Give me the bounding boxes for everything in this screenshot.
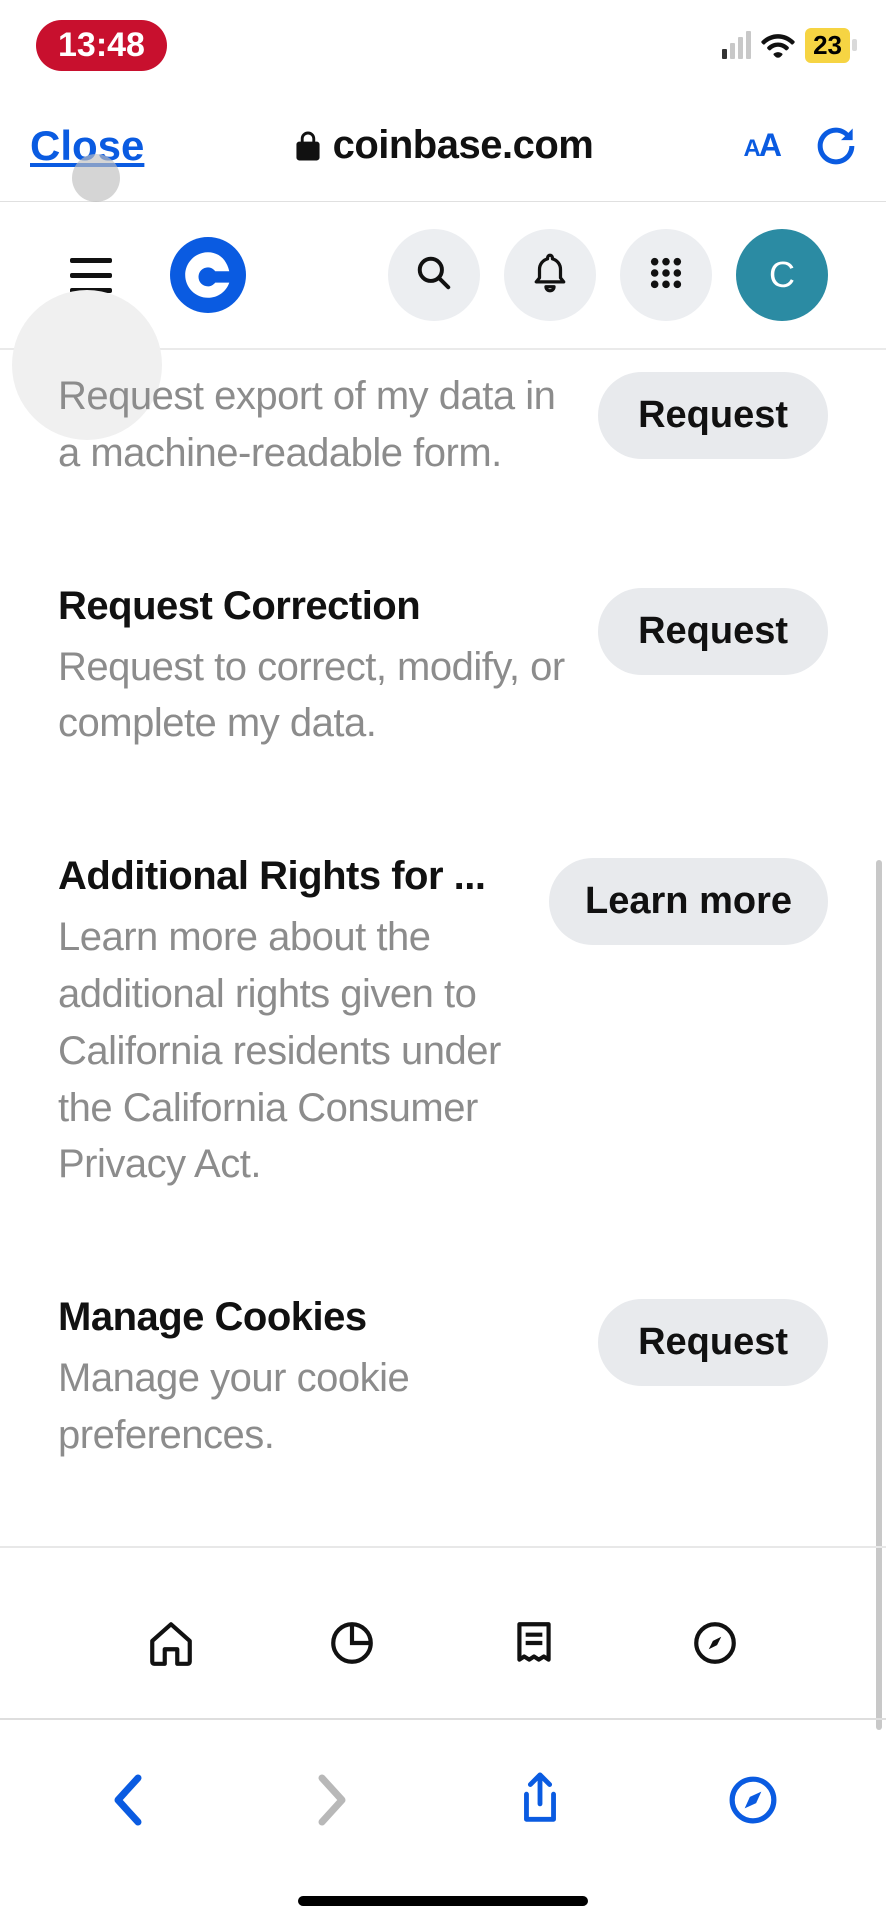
request-button[interactable]: Request [598,372,828,459]
coinbase-logo-icon[interactable] [170,237,246,313]
forward-button[interactable] [312,1774,352,1826]
item-title: Request Correction [58,584,568,629]
safari-tabs-button[interactable] [728,1775,778,1825]
avatar[interactable]: C [736,229,828,321]
pie-chart-icon [327,1618,377,1673]
tab-chart[interactable] [322,1615,382,1675]
menu-button[interactable] [70,258,112,293]
status-bar: 13:48 23 [0,0,886,90]
chevron-right-icon [312,1774,352,1826]
request-button[interactable]: Request [598,1299,828,1386]
privacy-settings-list: Request export of my data in a machine-r… [0,350,886,1520]
tab-home[interactable] [141,1615,201,1675]
item-description: Request to correct, modify, or complete … [58,639,568,753]
list-item-manage-cookies: Manage Cookies Manage your cookie prefer… [58,1249,828,1520]
bell-icon [530,252,570,299]
item-title: Manage Cookies [58,1295,568,1340]
safari-toolbar [0,1740,886,1860]
search-icon [415,254,453,297]
grid-icon [649,256,683,295]
item-description: Learn more about the additional rights g… [58,909,519,1193]
lock-icon [295,130,321,162]
list-item-additional-rights: Additional Rights for ... Learn more abo… [58,808,828,1249]
receipt-icon [509,1618,559,1673]
item-title: Additional Rights for ... [58,854,519,899]
address-bar[interactable]: coinbase.com [295,123,594,168]
share-icon [516,1771,564,1829]
status-time: 13:48 [36,20,167,71]
home-icon [146,1618,196,1673]
touch-indicator [72,154,120,202]
list-item-request-correction: Request Correction Request to correct, m… [58,538,828,809]
safari-compass-icon [728,1775,778,1825]
browser-bar: Close coinbase.com AA [0,90,886,202]
tab-receipt[interactable] [504,1615,564,1675]
cellular-signal-icon [722,31,751,59]
url-text: coinbase.com [333,123,594,168]
battery-level: 23 [805,28,850,63]
compass-icon [690,1618,740,1673]
item-description: Request export of my data in a machine-r… [58,368,568,482]
back-button[interactable] [108,1774,148,1826]
share-button[interactable] [516,1771,564,1829]
request-button[interactable]: Request [598,588,828,675]
item-description: Manage your cookie preferences. [58,1350,568,1464]
list-item-export-data: Request export of my data in a machine-r… [58,350,828,538]
app-tab-bar [0,1572,886,1720]
reload-button[interactable] [816,124,856,168]
wifi-icon [761,32,795,58]
status-right: 23 [722,28,850,63]
separator [0,1546,886,1548]
notifications-button[interactable] [504,229,596,321]
chevron-left-icon [108,1774,148,1826]
search-button[interactable] [388,229,480,321]
tab-explore[interactable] [685,1615,745,1675]
home-indicator[interactable] [298,1896,588,1906]
text-size-button[interactable]: AA [744,127,780,164]
learn-more-button[interactable]: Learn more [549,858,828,945]
apps-button[interactable] [620,229,712,321]
